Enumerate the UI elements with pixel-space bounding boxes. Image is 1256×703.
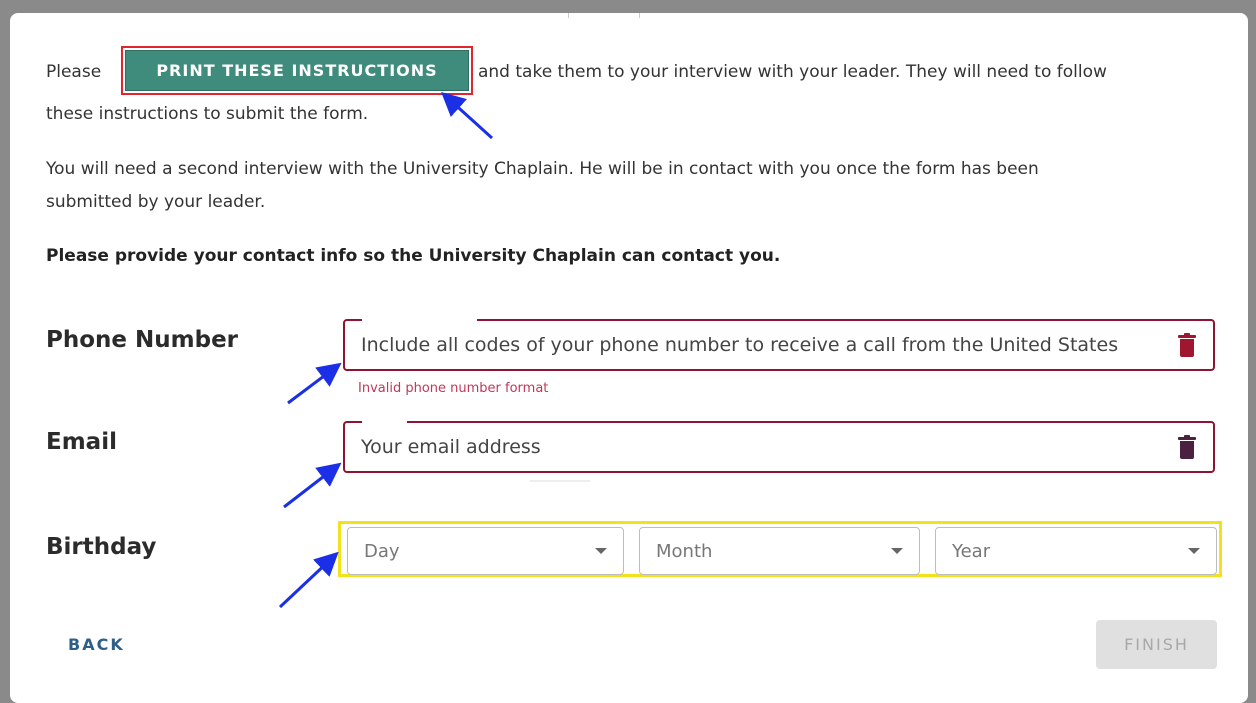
intro-line-3: You will need a second interview with th… bbox=[46, 159, 1039, 179]
divider bbox=[530, 480, 590, 482]
email-field-value: Your email address bbox=[361, 436, 541, 458]
phone-error-message: Invalid phone number format bbox=[358, 381, 549, 396]
form-panel: Please and take them to your interview w… bbox=[10, 13, 1248, 703]
print-instructions-button[interactable]: PRINT THESE INSTRUCTIONS bbox=[125, 50, 469, 91]
finish-button[interactable]: FINISH bbox=[1096, 620, 1217, 669]
birthday-year-select[interactable]: Year bbox=[935, 527, 1217, 575]
contact-prompt: Please provide your contact info so the … bbox=[46, 246, 781, 266]
intro-line-2: these instructions to submit the form. bbox=[46, 104, 369, 124]
day-select-value: Day bbox=[364, 540, 400, 562]
year-select-value: Year bbox=[952, 540, 991, 562]
trash-icon[interactable] bbox=[1177, 333, 1197, 357]
phone-field-notch bbox=[362, 316, 477, 322]
phone-field[interactable]: Include all codes of your phone number t… bbox=[343, 319, 1215, 371]
trash-icon[interactable] bbox=[1177, 435, 1197, 459]
top-notch bbox=[568, 13, 640, 18]
email-field[interactable]: Your email address bbox=[343, 421, 1215, 473]
phone-field-value: Include all codes of your phone number t… bbox=[361, 334, 1119, 356]
birthday-highlight: Day Month Year bbox=[338, 521, 1222, 577]
birthday-day-select[interactable]: Day bbox=[347, 527, 624, 575]
email-label: Email bbox=[46, 429, 117, 455]
chevron-down-icon bbox=[1188, 548, 1200, 554]
birthday-month-select[interactable]: Month bbox=[639, 527, 920, 575]
back-button[interactable]: BACK bbox=[68, 635, 125, 654]
intro-please: Please bbox=[46, 62, 102, 82]
intro-line-4: submitted by your leader. bbox=[46, 192, 266, 212]
intro-line-1-rest: and take them to your interview with you… bbox=[477, 62, 1107, 82]
print-instructions-highlight: PRINT THESE INSTRUCTIONS bbox=[121, 46, 473, 95]
email-field-notch bbox=[362, 418, 407, 424]
chevron-down-icon bbox=[595, 548, 607, 554]
birthday-label: Birthday bbox=[46, 534, 157, 560]
month-select-value: Month bbox=[656, 540, 713, 562]
chevron-down-icon bbox=[891, 548, 903, 554]
phone-label: Phone Number bbox=[46, 327, 239, 353]
